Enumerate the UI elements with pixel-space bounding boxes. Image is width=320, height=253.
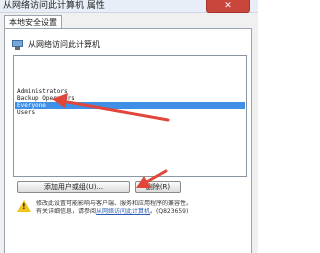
close-icon: ✕ — [224, 1, 232, 11]
members-listbox[interactable]: Administrators Backup Operators Everyone… — [13, 55, 247, 177]
list-item-backup-operators[interactable]: Backup Operators — [17, 95, 75, 102]
compatibility-note-line1: 修改此设置可能影响与客户端、服务和应用程序的兼容性。 — [36, 200, 193, 207]
policy-name: 从网络访问此计算机 — [28, 40, 100, 49]
list-item-everyone[interactable]: Everyone — [15, 102, 245, 109]
add-user-or-group-button[interactable]: 添加用户或组(U)... — [17, 181, 130, 193]
close-button[interactable]: ✕ — [206, 0, 250, 13]
warning-exclamation: ! — [22, 202, 26, 211]
tab-local-security-setting[interactable]: 本地安全设置 — [4, 15, 62, 29]
computer-icon — [12, 40, 23, 50]
note-suffix: 。(Q823659) — [150, 208, 189, 215]
help-link[interactable]: 从网络访问此计算机 — [96, 208, 150, 215]
remove-button[interactable]: 删除(R) — [135, 181, 181, 193]
list-item-administrators[interactable]: Administrators — [17, 88, 68, 95]
title-bar[interactable]: 从网络访问此计算机 属性 ✕ — [0, 0, 258, 13]
compatibility-note-line2: 有关详细信息，请参阅从网络访问此计算机。(Q823659) — [36, 208, 248, 215]
window-title: 从网络访问此计算机 属性 — [3, 1, 105, 11]
list-item-users[interactable]: Users — [17, 109, 35, 116]
note-prefix: 有关详细信息，请参阅 — [36, 208, 97, 215]
properties-window: 从网络访问此计算机 属性 ✕ 本地安全设置 从网络访问此计算机 Administ… — [0, 0, 258, 253]
